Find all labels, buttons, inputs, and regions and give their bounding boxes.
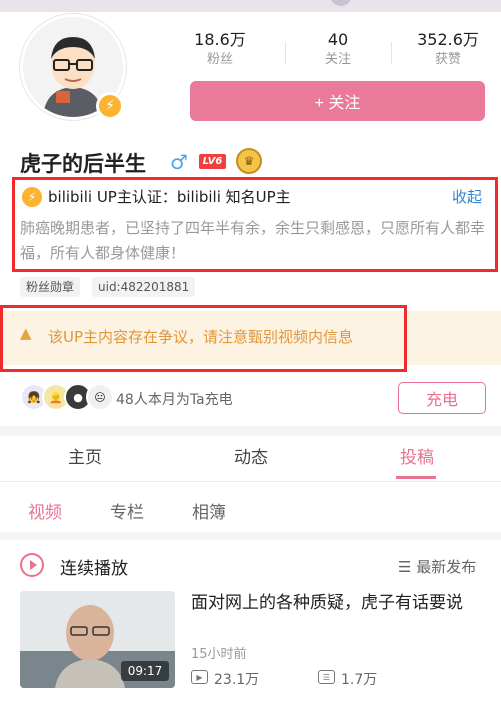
sort-latest-button[interactable]: ☰ 最新发布 [398, 556, 476, 577]
tab-uploads[interactable]: 投稿 [400, 443, 434, 468]
play-icon[interactable] [20, 553, 44, 577]
video-duration: 09:17 [121, 661, 169, 681]
danmaku-count: 1.7万 [341, 672, 378, 688]
verification-text: bilibili UP主认证：bilibili 知名UP主 [48, 188, 291, 206]
header-banner [0, 0, 501, 12]
follow-button[interactable]: + 关注 [190, 81, 485, 121]
male-icon: ♂ [170, 150, 188, 174]
stat-value: 352.6万 [417, 30, 479, 49]
section-divider [0, 426, 501, 436]
user-name: 虎子的后半生 [20, 152, 146, 176]
stat-label: 粉丝 [206, 52, 233, 67]
subtab-video[interactable]: 视频 [28, 498, 62, 523]
stat-label: 获赞 [434, 52, 461, 67]
warning-text: 该UP主内容存在争议，请注意甄别视频内信息 [48, 328, 354, 346]
stat-fans[interactable]: 18.6万 粉丝 [165, 30, 275, 69]
danmaku-icon: ☰ [318, 670, 335, 684]
subtab-articles[interactable]: 专栏 [110, 498, 144, 523]
stat-value: 18.6万 [194, 30, 246, 49]
level-badge[interactable]: LV6 [199, 154, 226, 169]
collapse-link[interactable]: 收起 [452, 187, 482, 207]
section-divider [0, 532, 501, 540]
active-tab-indicator [396, 476, 436, 479]
stat-divider [391, 42, 392, 64]
verified-lightning-icon: ⚡ [22, 187, 42, 207]
video-title[interactable]: 面对网上的各种质疑，虎子有话要说 [191, 591, 491, 616]
supporter-avatar[interactable]: 😐 [86, 383, 114, 411]
medal-icon[interactable]: ♛ [236, 148, 262, 174]
uid-tag[interactable]: uid:482201881 [92, 277, 196, 297]
tab-dynamics[interactable]: 动态 [234, 443, 268, 468]
subtab-albums[interactable]: 相簿 [192, 498, 226, 523]
charge-button[interactable]: 充电 [398, 382, 486, 414]
charge-count-text: 48人本月为Ta充电 [116, 392, 233, 408]
video-timestamp: 15小时前 [191, 647, 247, 662]
tab-home[interactable]: 主页 [68, 443, 102, 468]
fan-medal-tag[interactable]: 粉丝勋章 [20, 277, 81, 297]
stat-value: 40 [327, 30, 349, 49]
warning-icon: ▲ [20, 324, 32, 342]
play-count: 23.1万 [214, 672, 260, 688]
tabs-divider [0, 481, 501, 482]
play-count-icon: ▶ [191, 670, 208, 684]
continuous-play-button[interactable]: 连续播放 [60, 554, 128, 579]
stat-following[interactable]: 40 关注 [283, 30, 393, 69]
stat-likes[interactable]: 352.6万 获赞 [393, 30, 501, 69]
bio-text: 肺癌晚期患者，已坚持了四年半有余，余生只剩感恩，只愿所有人都幸福，所有人都身体健… [20, 219, 486, 262]
stat-label: 关注 [324, 52, 351, 67]
verified-lightning-icon: ⚡ [96, 92, 124, 120]
